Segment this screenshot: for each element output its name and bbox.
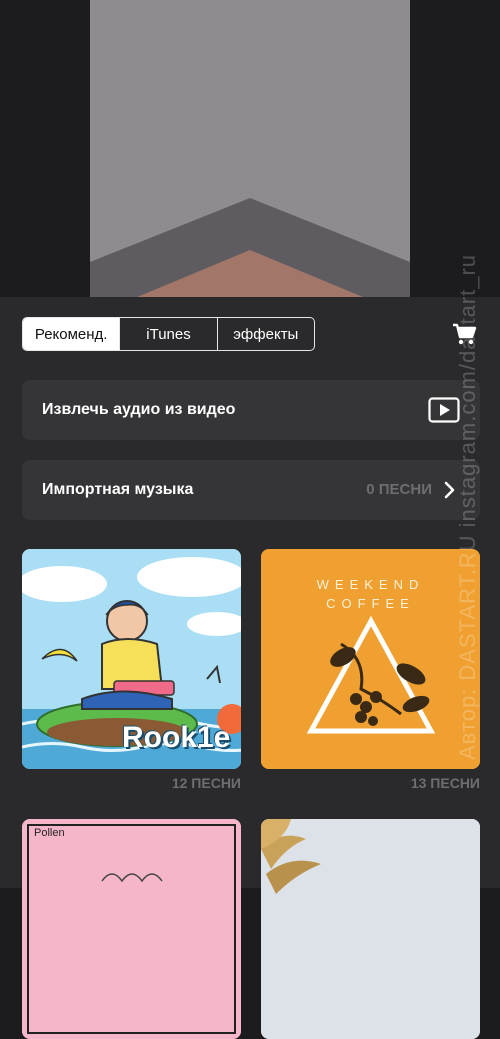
album-card-pollen[interactable]: Pollen (22, 819, 241, 1039)
tab-control: Рекоменд. iTunes эффекты (22, 317, 315, 351)
album-art-pollen (22, 819, 241, 1039)
music-sheet: Рекоменд. iTunes эффекты Извлечь аудио и… (0, 297, 500, 1039)
imported-music-label: Импортная музыка (42, 481, 194, 498)
tab-recommended[interactable]: Рекоменд. (23, 318, 120, 350)
preview-graphic (90, 198, 410, 300)
tab-itunes[interactable]: iTunes (119, 318, 216, 350)
tab-effects[interactable]: эффекты (216, 318, 314, 350)
album-card-weekend-coffee[interactable]: WEEKEND COFFEE (261, 549, 480, 769)
album-card-rookie[interactable]: Rook1e (22, 549, 241, 769)
album-title-rookie: Rook1e (122, 721, 231, 754)
album-title-weekend-coffee: WEEKEND COFFEE (261, 575, 480, 613)
album-title-line-2: COFFEE (326, 596, 415, 611)
album-title-line-1: WEEKEND (316, 577, 425, 592)
imported-music-count: 0 ПЕСНИ (366, 481, 432, 498)
imported-music-row[interactable]: Импортная музыка 0 ПЕСНИ (22, 460, 480, 520)
album-count-rookie: 12 ПЕСНИ (171, 775, 241, 791)
album-art-palm (261, 819, 480, 1039)
watermark: Автор: DASTART.RU instagram.com/dastart_… (455, 253, 480, 760)
album-title-pollen: Pollen (34, 827, 65, 839)
extract-audio-row[interactable]: Извлечь аудио из видео (22, 380, 480, 440)
album-card-palm[interactable] (261, 819, 480, 1039)
album-count-weekend-coffee: 13 ПЕСНИ (410, 775, 480, 791)
extract-audio-label: Извлечь аудио из видео (42, 401, 236, 418)
video-preview (90, 0, 410, 300)
